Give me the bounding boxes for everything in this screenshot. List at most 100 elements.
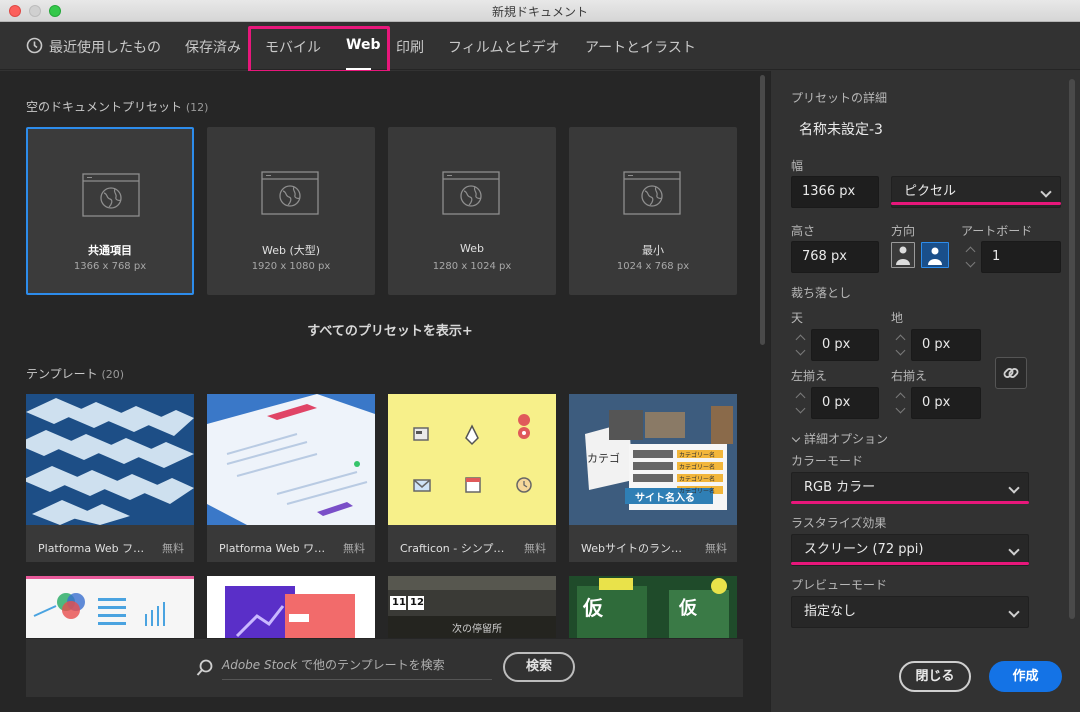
- preview-mode-dropdown[interactable]: 指定なし: [791, 596, 1029, 628]
- title-bar: 新規ドキュメント: [0, 0, 1080, 22]
- bleed-left-field[interactable]: 0 px: [811, 387, 879, 419]
- height-label: 高さ: [791, 224, 816, 238]
- preset-size: 1280 x 1024 px: [432, 261, 512, 272]
- create-button[interactable]: 作成: [989, 661, 1062, 692]
- search-placeholder-text: で他のテンプレートを検索: [297, 658, 445, 672]
- preset-size: 1024 x 768 px: [616, 261, 690, 272]
- templates-title: テンプレート: [26, 367, 98, 381]
- artboard-label: アートボード: [961, 224, 1033, 238]
- template-price: 無料: [162, 542, 184, 555]
- template-thumbnail: [388, 394, 556, 525]
- bleed-left-label: 左揃え: [791, 369, 828, 383]
- search-icon: [196, 659, 214, 677]
- tab-saved[interactable]: 保存済み: [185, 37, 241, 57]
- chevron-down-icon: [791, 433, 801, 443]
- template-card[interactable]: 仮 仮: [569, 576, 737, 638]
- template-price: 無料: [705, 542, 727, 555]
- template-name: Crafticon - シンプル…: [400, 542, 510, 555]
- bleed-left-stepper[interactable]: [793, 388, 809, 418]
- thumb-row: カテゴリー名: [679, 464, 716, 471]
- search-button[interactable]: 検索: [503, 652, 575, 682]
- preset-card[interactable]: 最小 1024 x 768 px: [569, 127, 737, 295]
- preset-name: 最小: [642, 244, 664, 257]
- template-card[interactable]: [207, 576, 375, 638]
- tab-print[interactable]: 印刷: [396, 37, 424, 57]
- bleed-label: 裁ち落とし: [791, 286, 852, 300]
- template-price: 無料: [524, 542, 546, 555]
- bleed-bottom-field[interactable]: 0 px: [911, 329, 981, 361]
- color-mode-label: カラーモード: [791, 454, 864, 468]
- preview-mode-label: プレビューモード: [791, 578, 888, 592]
- templates-count: (20): [101, 368, 125, 381]
- search-placeholder-brand: Adobe Stock: [222, 658, 298, 672]
- thumb-digit: 12: [410, 597, 424, 608]
- bleed-right-label: 右揃え: [891, 369, 928, 383]
- bleed-top-field[interactable]: 0 px: [811, 329, 879, 361]
- search-input[interactable]: Adobe Stock で他のテンプレートを検索: [222, 656, 492, 680]
- preset-size: 1366 x 768 px: [73, 261, 147, 272]
- tab-film-video[interactable]: フィルムとビデオ: [448, 37, 559, 57]
- advanced-options-toggle[interactable]: 詳細オプション: [791, 430, 888, 447]
- orientation-label: 方向: [891, 224, 916, 238]
- presets-count: (12): [185, 101, 209, 114]
- presets-title: 空のドキュメントプリセット: [26, 100, 183, 114]
- link-bleed-button[interactable]: [995, 357, 1027, 389]
- artboard-stepper[interactable]: [963, 242, 979, 272]
- window-title: 新規ドキュメント: [491, 5, 588, 19]
- template-card[interactable]: カテゴ サイト名入る カテゴリー名 カテゴリー名 カテゴリー名 カテゴリー名 W…: [569, 394, 737, 562]
- template-name: Platforma Web ワイ…: [219, 542, 329, 555]
- tab-highlight-annotation: [248, 26, 390, 73]
- landscape-orientation-button[interactable]: [921, 242, 949, 268]
- template-name: Platforma Web フロ…: [38, 542, 148, 555]
- template-thumbnail: カテゴ サイト名入る カテゴリー名 カテゴリー名 カテゴリー名 カテゴリー名: [569, 394, 737, 525]
- web-document-icon: [261, 171, 319, 215]
- template-card[interactable]: [26, 576, 194, 638]
- details-title: プリセットの詳細: [791, 91, 888, 105]
- color-mode-value: RGB カラー: [804, 480, 876, 495]
- portrait-orientation-button[interactable]: [891, 242, 915, 268]
- chevron-down-icon: [1008, 482, 1020, 494]
- template-search-bar: Adobe Stock で他のテンプレートを検索 検索: [26, 639, 743, 697]
- template-card[interactable]: Platforma Web フロ… 無料: [26, 394, 194, 562]
- thumb-row: カテゴリー名: [679, 488, 716, 495]
- web-document-icon: [82, 173, 140, 217]
- preview-mode-value: 指定なし: [804, 604, 857, 619]
- preset-name: Web (大型): [261, 244, 321, 257]
- chevron-down-icon: [1040, 186, 1052, 198]
- color-mode-dropdown[interactable]: RGB カラー: [791, 472, 1029, 504]
- show-all-presets-link[interactable]: すべてのプリセットを表示+: [0, 320, 780, 339]
- details-scrollbar[interactable]: [1069, 79, 1075, 619]
- link-icon: [1003, 368, 1019, 378]
- artboard-field[interactable]: 1: [981, 241, 1061, 273]
- chevron-down-icon: [1008, 544, 1020, 556]
- preset-card[interactable]: Web (大型) 1920 x 1080 px: [207, 127, 375, 295]
- template-card[interactable]: Crafticon - シンプル… 無料: [388, 394, 556, 562]
- thumb-digit: 11: [392, 597, 406, 608]
- color-mode-highlight-underline: [791, 501, 1029, 504]
- template-card[interactable]: Platforma Web ワイ… 無料: [207, 394, 375, 562]
- bleed-bottom-stepper[interactable]: [893, 330, 909, 360]
- close-button[interactable]: 閉じる: [899, 661, 971, 692]
- templates-section-title: テンプレート (20): [26, 365, 124, 382]
- template-card[interactable]: 11 12 次の停留所: [388, 576, 556, 638]
- height-field[interactable]: 768 px: [791, 241, 879, 273]
- thumb-kanji: 仮: [679, 598, 697, 619]
- bleed-top-stepper[interactable]: [793, 330, 809, 360]
- preset-card[interactable]: Web 1280 x 1024 px: [388, 127, 556, 295]
- tab-art-illustration[interactable]: アートとイラスト: [585, 37, 696, 57]
- preset-browser: 空のドキュメントプリセット (12) 共通項目 1366 x 768 px We…: [0, 71, 770, 712]
- preset-card[interactable]: 共通項目 1366 x 768 px: [26, 127, 194, 295]
- thumb-stop-text: 次の停留所: [452, 624, 502, 635]
- bleed-right-stepper[interactable]: [893, 388, 909, 418]
- tab-recent[interactable]: 最近使用したもの: [49, 37, 161, 57]
- advanced-options-label: 詳細オプション: [804, 432, 889, 446]
- document-name-field[interactable]: 名称未設定-3: [799, 119, 883, 139]
- bleed-bottom-label: 地: [891, 311, 904, 325]
- template-thumbnail: [207, 394, 375, 525]
- presets-section-title: 空のドキュメントプリセット (12): [26, 98, 208, 115]
- bleed-right-field[interactable]: 0 px: [911, 387, 981, 419]
- width-field[interactable]: 1366 px: [791, 176, 879, 208]
- clock-icon: [26, 37, 43, 54]
- raster-effects-value: スクリーン (72 ppi): [804, 542, 924, 557]
- preset-scrollbar[interactable]: [760, 75, 765, 345]
